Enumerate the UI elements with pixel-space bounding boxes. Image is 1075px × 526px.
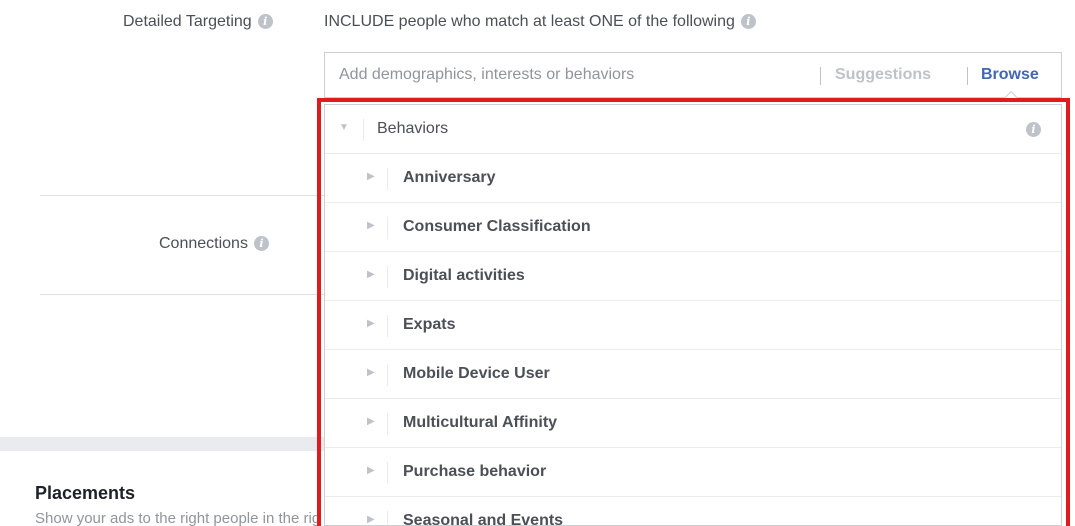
info-icon[interactable]: i xyxy=(1026,122,1041,137)
row-separator xyxy=(387,364,388,386)
triangle-down-icon[interactable]: ▼ xyxy=(339,122,349,133)
row-separator xyxy=(387,462,388,484)
connections-label: Connections i xyxy=(159,235,269,253)
include-rule-label: INCLUDE people who match at least ONE of… xyxy=(324,13,735,30)
placements-title: Placements xyxy=(35,483,136,503)
triangle-right-icon[interactable]: ▶ xyxy=(367,416,375,427)
list-item[interactable]: ▶ Mobile Device User xyxy=(325,350,1061,399)
section-separator-band xyxy=(0,437,330,451)
info-icon[interactable]: i xyxy=(257,14,273,30)
list-item-label: Digital activities xyxy=(403,267,525,284)
separator xyxy=(967,67,968,85)
browse-button[interactable]: Browse xyxy=(981,66,1039,84)
category-row-behaviors[interactable]: ▼ Behaviors i xyxy=(325,105,1061,154)
row-separator xyxy=(363,119,364,141)
list-item-label: Seasonal and Events xyxy=(403,512,564,526)
targeting-search-box: Suggestions Browse xyxy=(324,52,1062,98)
suggestions-button[interactable]: Suggestions xyxy=(835,66,931,84)
section-divider xyxy=(40,195,324,196)
list-item[interactable]: ▶ Digital activities xyxy=(325,252,1061,301)
row-separator xyxy=(387,168,388,190)
list-item[interactable]: ▶ Seasonal and Events xyxy=(325,497,1061,526)
detailed-targeting-label: Detailed Targeting i xyxy=(123,13,273,31)
placements-description: Show your ads to the right people in the… xyxy=(35,510,320,526)
row-separator xyxy=(387,217,388,239)
targeting-search-input[interactable] xyxy=(339,66,789,84)
row-separator xyxy=(387,266,388,288)
row-separator xyxy=(387,413,388,435)
separator xyxy=(820,67,821,85)
triangle-right-icon[interactable]: ▶ xyxy=(367,269,375,280)
category-label: Behaviors xyxy=(377,120,449,137)
list-item-label: Consumer Classification xyxy=(403,218,591,235)
info-icon[interactable]: i xyxy=(740,14,756,30)
triangle-right-icon[interactable]: ▶ xyxy=(367,171,375,182)
row-separator xyxy=(387,511,388,525)
list-item[interactable]: ▶ Expats xyxy=(325,301,1061,350)
list-item-label: Multicultural Affinity xyxy=(403,414,558,431)
connections-text: Connections xyxy=(159,235,248,252)
list-item[interactable]: ▶ Consumer Classification xyxy=(325,203,1061,252)
list-item[interactable]: ▶ Multicultural Affinity xyxy=(325,399,1061,448)
triangle-right-icon[interactable]: ▶ xyxy=(367,318,375,329)
triangle-right-icon[interactable]: ▶ xyxy=(367,367,375,378)
list-item[interactable]: ▶ Anniversary xyxy=(325,154,1061,203)
list-item-label: Mobile Device User xyxy=(403,365,550,382)
info-icon[interactable]: i xyxy=(253,236,269,252)
list-item-label: Anniversary xyxy=(403,169,496,186)
list-item[interactable]: ▶ Purchase behavior xyxy=(325,448,1061,497)
row-separator xyxy=(387,315,388,337)
triangle-right-icon[interactable]: ▶ xyxy=(367,220,375,231)
triangle-right-icon[interactable]: ▶ xyxy=(367,465,375,476)
triangle-right-icon[interactable]: ▶ xyxy=(367,514,375,525)
list-item-label: Purchase behavior xyxy=(403,463,547,480)
list-item-label: Expats xyxy=(403,316,456,333)
include-rule-text: INCLUDE people who match at least ONE of… xyxy=(324,13,756,31)
detailed-targeting-text: Detailed Targeting xyxy=(123,13,252,30)
section-divider xyxy=(40,294,324,295)
browse-dropdown: ▼ Behaviors i ▶ Anniversary ▶ Consumer C… xyxy=(324,104,1062,526)
